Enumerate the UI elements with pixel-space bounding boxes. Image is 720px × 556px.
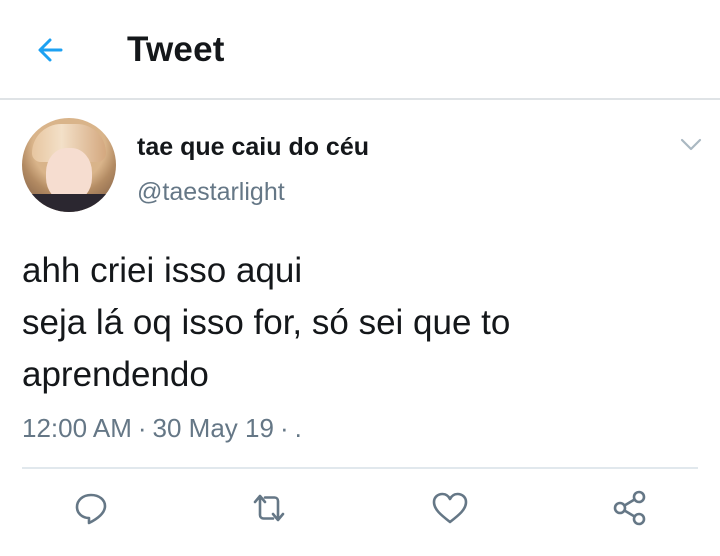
tweet-time: 12:00 AM [22, 413, 132, 443]
page-title: Tweet [127, 30, 225, 69]
tweet-menu-button[interactable] [678, 132, 704, 158]
avatar[interactable] [22, 118, 116, 212]
divider [22, 467, 698, 469]
reply-button[interactable] [71, 488, 111, 528]
tweet-text-line: ahh criei isso aqui [22, 251, 303, 290]
back-button[interactable] [30, 30, 70, 70]
user-handle[interactable]: @taestarlight [137, 178, 285, 207]
top-app-bar: Tweet [0, 0, 720, 100]
share-icon [613, 490, 646, 526]
tweet-text-line: aprendendo [22, 355, 209, 394]
chevron-down-icon [680, 138, 702, 151]
tweet-date: 30 May 19 [152, 413, 274, 443]
heart-icon [432, 492, 468, 524]
tweet-actions [0, 488, 720, 530]
share-button[interactable] [610, 488, 650, 528]
tweet-source[interactable]: . [295, 413, 302, 443]
retweet-icon [253, 494, 285, 522]
arrow-left-icon [38, 38, 63, 62]
display-name[interactable]: tae que caiu do céu [137, 133, 369, 162]
tweet-text: ahh criei isso aqui seja lá oq isso for,… [22, 245, 702, 401]
reply-icon [75, 493, 107, 525]
tweet-metadata: 12:00 AM · 30 May 19 ·. [22, 413, 302, 443]
like-button[interactable] [430, 488, 470, 528]
retweet-button[interactable] [249, 488, 289, 528]
tweet-text-line: seja lá oq isso for, só sei que to [22, 303, 511, 342]
